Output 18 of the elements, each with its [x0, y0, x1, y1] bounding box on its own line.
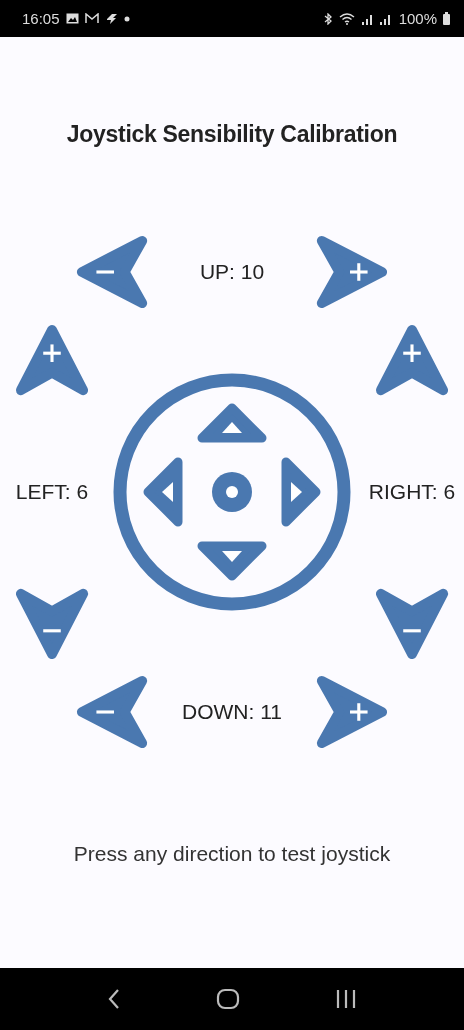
signal-icon [378, 12, 391, 25]
battery-level: 100% [398, 10, 437, 27]
status-time: 16:05 [22, 10, 60, 27]
sensitivity-value: LEFT: 6 [15, 480, 89, 504]
instruction-text: Press any direction to test joystick [73, 842, 391, 866]
bluetooth-icon [322, 12, 333, 25]
sensitivity-value: DOWN: 11 [182, 700, 282, 724]
battery-icon [443, 12, 450, 25]
dot-icon [123, 15, 130, 22]
app-notification-icon [104, 12, 118, 25]
wifi-icon [338, 12, 355, 25]
signal-icon [360, 12, 373, 25]
screen-title: Joystick Sensibility Calibration [66, 121, 398, 148]
sensitivity-value: RIGHT: 6 [368, 480, 456, 504]
joystick-drawing[interactable] [112, 372, 352, 612]
sensitivity-value: UP: 10 [199, 260, 265, 284]
mail-icon [84, 13, 99, 24]
gallery-icon [65, 13, 79, 24]
